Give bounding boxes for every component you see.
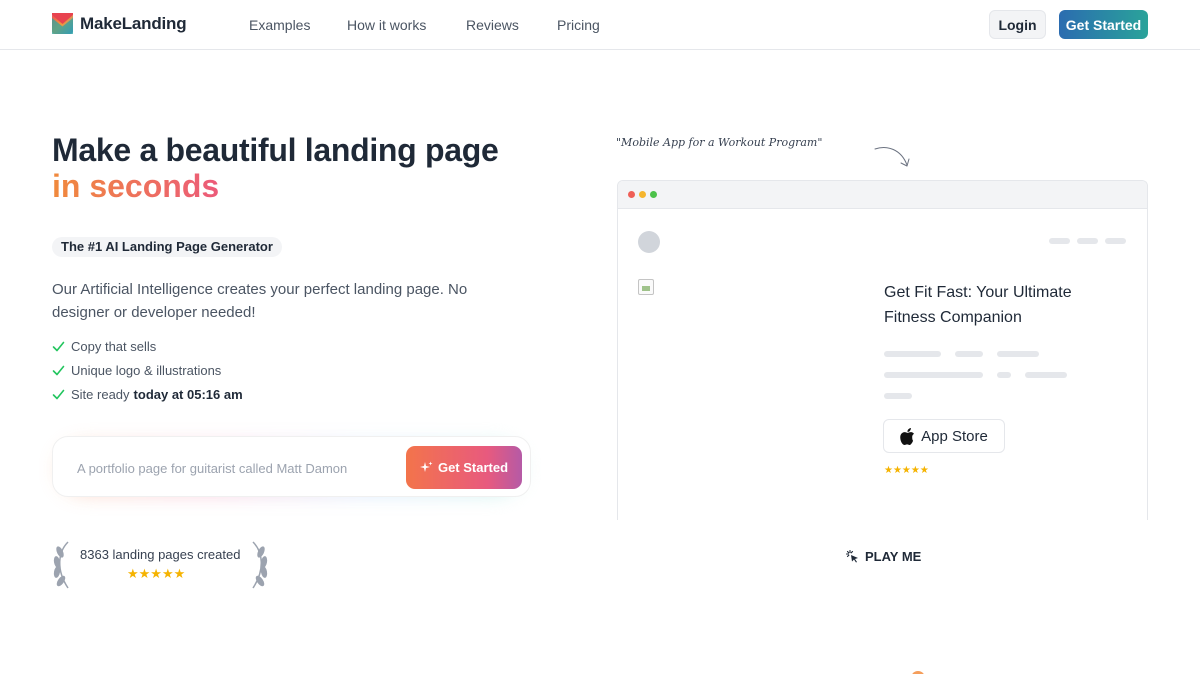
feature-item: Unique logo & illustrations (52, 358, 243, 382)
mock-nav-placeholder (1077, 238, 1098, 244)
makelanding-logo-icon (52, 13, 73, 34)
feature-item: Site ready today at 05:16 am (52, 382, 243, 406)
mock-nav-placeholder (1049, 238, 1070, 244)
app-store-label: App Store (921, 427, 988, 445)
login-button[interactable]: Login (989, 10, 1046, 39)
brand-name: MakeLanding (80, 13, 187, 33)
mock-rating-stars: ★★★★★ (884, 465, 929, 476)
hero-title-accent: in seconds (52, 168, 220, 204)
text-placeholder (997, 351, 1039, 357)
text-placeholder (955, 351, 983, 357)
feature-text: Unique logo & illustrations (71, 362, 222, 378)
broken-image-icon (638, 279, 654, 295)
window-minimize-dot (639, 191, 646, 198)
nav-how-it-works[interactable]: How it works (347, 17, 426, 33)
header-get-started-button[interactable]: Get Started (1059, 10, 1148, 39)
window-maximize-dot (650, 191, 657, 198)
sparkle-icon (419, 461, 433, 472)
check-icon (52, 365, 65, 375)
hero-description: Our Artificial Intelligence creates your… (52, 281, 468, 321)
cursor-click-icon (846, 550, 858, 563)
prompt-input[interactable] (77, 457, 387, 479)
curved-arrow-icon (874, 147, 910, 167)
site-ready-time: today at 05:16 am (133, 386, 243, 402)
check-icon (52, 389, 65, 399)
nav-pricing[interactable]: Pricing (557, 17, 600, 33)
site-header: MakeLanding Examples How it works Review… (0, 0, 1200, 50)
text-placeholder (997, 372, 1011, 378)
feature-item: Copy that sells (52, 334, 243, 358)
apple-icon (900, 427, 915, 445)
laurel-right-icon (252, 541, 268, 589)
mock-nav-placeholder (1105, 238, 1126, 244)
brand[interactable]: MakeLanding (52, 13, 187, 34)
laurel-left-icon (53, 541, 69, 589)
browser-bar (618, 181, 1147, 209)
text-placeholder (884, 393, 912, 399)
feature-text: Copy that sells (71, 338, 157, 354)
mock-hero-title: Get Fit Fast: Your Ultimate Fitness Comp… (884, 284, 1072, 326)
play-me-button[interactable]: PLAY ME (846, 549, 921, 564)
tagline-badge: The #1 AI Landing Page Generator (52, 237, 282, 257)
text-placeholder (884, 351, 941, 357)
hero-title: Make a beautiful landing page (52, 132, 499, 168)
feature-text: Site ready (71, 386, 130, 402)
text-placeholder (884, 372, 983, 378)
text-placeholder (1025, 372, 1067, 378)
check-icon (52, 341, 65, 351)
preview-browser-window: Get Fit Fast: Your Ultimate Fitness Comp… (617, 180, 1148, 520)
app-store-button[interactable]: App Store (883, 419, 1005, 453)
landing-pages-count: 8363 landing pages created (80, 547, 241, 562)
preview-annotation: "Mobile App for a Workout Program" (616, 136, 823, 149)
prompt-button-label: Get Started (437, 460, 509, 475)
nav-examples[interactable]: Examples (249, 17, 310, 33)
nav-reviews[interactable]: Reviews (466, 17, 519, 33)
mock-logo-placeholder (638, 231, 660, 253)
window-close-dot (628, 191, 635, 198)
prompt-box: Get Started (52, 436, 531, 497)
feature-list: Copy that sells Unique logo & illustrati… (52, 334, 243, 406)
play-me-label: PLAY ME (865, 549, 922, 564)
rating-stars: ★★★★★ (127, 566, 186, 581)
prompt-get-started-button[interactable]: Get Started (406, 446, 522, 489)
